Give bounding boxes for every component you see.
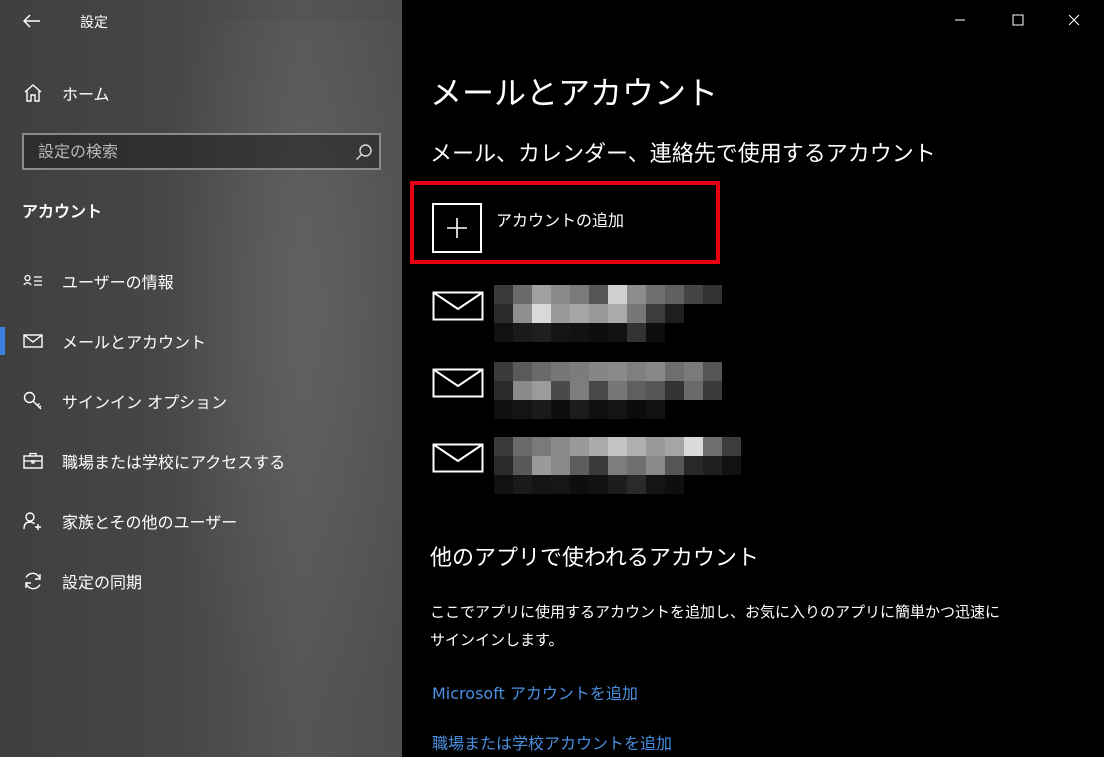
back-button[interactable]	[12, 6, 52, 36]
section-label: アカウント	[22, 202, 103, 221]
mail-icon	[432, 362, 484, 402]
sidebar-item-label: 職場または学校にアクセスする	[62, 453, 286, 472]
sidebar-item-label: ホーム	[62, 85, 110, 104]
other-apps-description: ここでアプリに使用するアカウントを追加し、お気に入りのアプリに簡単かつ迅速にサイ…	[430, 603, 1001, 649]
section-subtitle: メール、カレンダー、連絡先で使用するアカウント	[430, 142, 936, 167]
minimize-button[interactable]	[932, 0, 988, 40]
sidebar-item-label: サインイン オプション	[62, 393, 228, 412]
close-button[interactable]	[1046, 0, 1102, 40]
add-account-button[interactable]: アカウントの追加	[432, 203, 624, 255]
maximize-icon	[1012, 14, 1024, 26]
sidebar-item-label: メールとアカウント	[62, 333, 207, 352]
sidebar-item-user-info[interactable]: ユーザーの情報	[0, 259, 402, 303]
sidebar-item-sync[interactable]: 設定の同期	[0, 559, 402, 603]
key-icon	[22, 390, 44, 412]
sidebar-item-sign-in-options[interactable]: サインイン オプション	[0, 379, 402, 423]
sidebar-item-label: 設定の同期	[62, 573, 143, 592]
search-box	[22, 133, 381, 170]
add-microsoft-account-link[interactable]: Microsoft アカウントを追加	[432, 680, 638, 704]
sidebar-item-home[interactable]: ホーム	[0, 76, 402, 110]
minimize-icon	[955, 19, 965, 21]
add-account-label: アカウントの追加	[496, 211, 625, 230]
sync-icon	[22, 570, 44, 592]
sidebar-item-family[interactable]: 家族とその他のユーザー	[0, 499, 402, 543]
sidebar-item-label: ユーザーの情報	[62, 273, 174, 292]
account-item-3[interactable]	[432, 437, 772, 501]
mail-icon	[432, 437, 484, 477]
other-apps-title: 他のアプリで使われるアカウント	[430, 546, 759, 571]
page-title: メールとアカウント	[430, 74, 719, 112]
mail-icon	[432, 285, 484, 325]
plus-icon	[432, 203, 482, 253]
redacted-account-info	[494, 285, 760, 349]
user-info-icon	[22, 270, 44, 292]
redacted-account-info	[494, 437, 760, 501]
add-person-icon	[22, 510, 44, 532]
home-icon	[22, 82, 44, 104]
app-title: 設定	[80, 15, 108, 31]
settings-window: 設定 ホーム アカウント	[0, 0, 1104, 757]
main-content: メールとアカウント メール、カレンダー、連絡先で使用するアカウント アカウントの…	[402, 0, 1104, 757]
sidebar-item-mail-accounts[interactable]: メールとアカウント	[0, 319, 402, 363]
sidebar-item-label: 家族とその他のユーザー	[62, 513, 238, 532]
search-icon[interactable]	[349, 137, 379, 167]
sidebar: 設定 ホーム アカウント	[0, 0, 402, 757]
search-input[interactable]	[24, 135, 349, 168]
briefcase-icon	[22, 450, 44, 472]
account-item-2[interactable]	[432, 362, 772, 426]
close-icon	[1068, 14, 1080, 26]
add-work-school-account-link[interactable]: 職場または学校アカウントを追加	[432, 730, 672, 754]
maximize-button[interactable]	[990, 0, 1046, 40]
account-item-1[interactable]	[432, 285, 772, 349]
back-arrow-icon	[23, 14, 40, 28]
mail-icon	[22, 330, 44, 352]
sidebar-item-work-school[interactable]: 職場または学校にアクセスする	[0, 439, 402, 483]
redacted-account-info	[494, 362, 760, 426]
